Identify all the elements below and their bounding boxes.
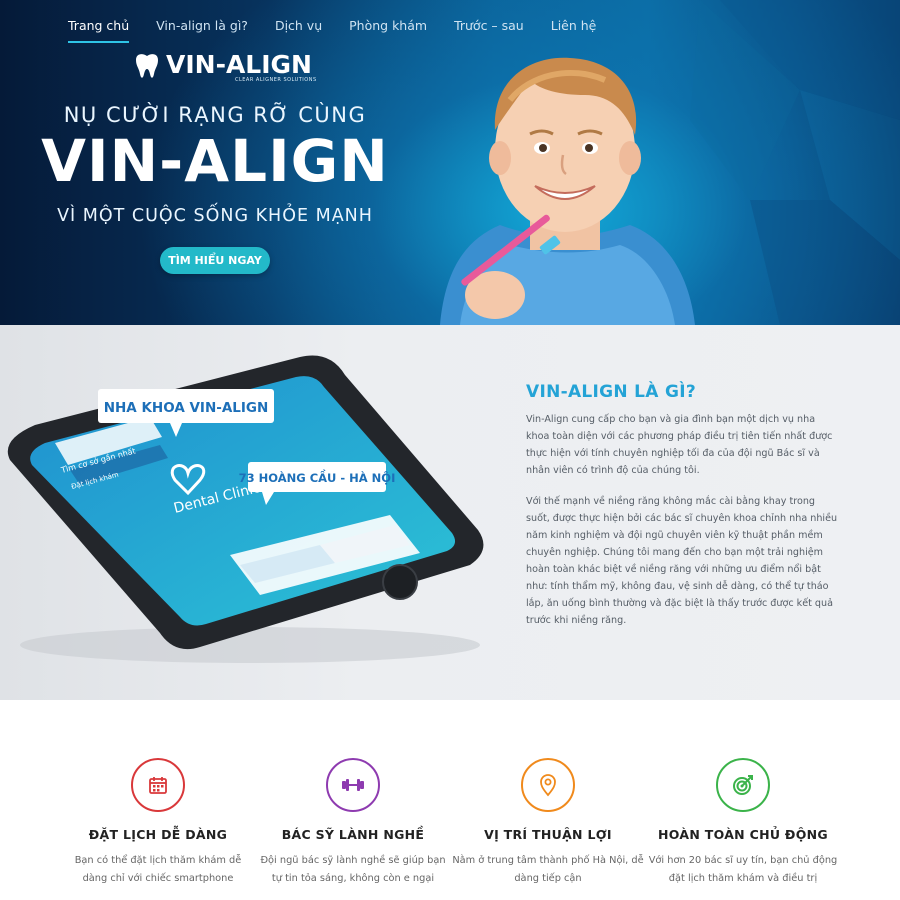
- about-paragraph-2: Với thế mạnh về niềng răng không mắc cài…: [526, 496, 838, 626]
- about-title: VIN-ALIGN LÀ GÌ?: [526, 382, 697, 402]
- learn-more-button[interactable]: TÌM HIỂU NGAY: [160, 247, 270, 274]
- features-section: ĐẶT LỊCH DỄ DÀNG Bạn có thể đặt lịch thă…: [0, 700, 900, 900]
- about-paragraph-1: Vin-Align cung cấp cho bạn và gia đình b…: [526, 414, 833, 476]
- map-pin-icon: [521, 758, 575, 812]
- nav-item-about[interactable]: Vin-align là gì?: [156, 18, 248, 43]
- smiling-child-image: [440, 57, 695, 325]
- feature-title: ĐẶT LỊCH DỄ DÀNG: [88, 827, 228, 842]
- phone-bubble-address: 73 HOÀNG CẦU - HÀ NỘI: [239, 468, 396, 485]
- feature-location: VỊ TRÍ THUẬN LỢI Nằm ở trung tâm thành p…: [448, 758, 648, 888]
- feature-desc: Đội ngũ bác sỹ lành nghề sẽ giúp bạn tự …: [260, 855, 446, 884]
- feature-title: BÁC SỸ LÀNH NGHỀ: [281, 827, 425, 842]
- calendar-icon: [131, 758, 185, 812]
- dumbbell-icon: [326, 758, 380, 812]
- feature-desc: Bạn có thể đặt lịch thăm khám dễ dàng ch…: [74, 855, 242, 884]
- nav-item-clinics[interactable]: Phòng khám: [349, 18, 427, 43]
- logo-text: VIN-ALIGN: [166, 50, 312, 79]
- nav-item-services[interactable]: Dịch vụ: [275, 18, 322, 43]
- target-icon: [716, 758, 770, 812]
- hero-tagline-bottom: VÌ MỘT CUỘC SỐNG KHỎE MẠNH: [57, 206, 373, 226]
- brand-logo[interactable]: VIN-ALIGN CLEAR ALIGNER SOLUTIONS: [134, 50, 316, 83]
- hero-tagline-top: NỤ CƯỜI RẠNG RỠ CÙNG: [63, 103, 367, 127]
- feature-title: HOÀN TOÀN CHỦ ĐỘNG: [658, 827, 828, 842]
- feature-booking: ĐẶT LỊCH DỄ DÀNG Bạn có thể đặt lịch thă…: [58, 758, 258, 888]
- hero-title: VIN-ALIGN: [41, 127, 389, 195]
- tooth-icon: [136, 54, 158, 78]
- feature-desc: Nằm ở trung tâm thành phố Hà Nội, dễ dàn…: [452, 855, 644, 884]
- feature-title: VỊ TRÍ THUẬN LỢI: [484, 827, 612, 842]
- nav-item-home[interactable]: Trang chủ: [68, 18, 130, 43]
- feature-control: HOÀN TOÀN CHỦ ĐỘNG Với hơn 20 bác sĩ uy …: [643, 758, 843, 888]
- phone-mockup-image: Dental Clinic Tìm cơ sở gần nhất Đặt lịc…: [7, 355, 484, 663]
- about-section: Dental Clinic Tìm cơ sở gần nhất Đặt lịc…: [0, 325, 900, 700]
- hero-banner: Trang chủ Vin-align là gì? Dịch vụ Phòng…: [0, 0, 900, 325]
- feature-desc: Với hơn 20 bác sĩ uy tín, bạn chủ động đ…: [648, 855, 838, 884]
- feature-doctors: BÁC SỸ LÀNH NGHỀ Đội ngũ bác sỹ lành ngh…: [253, 758, 453, 888]
- logo-subtitle: CLEAR ALIGNER SOLUTIONS: [235, 77, 317, 83]
- phone-bubble-clinic: NHA KHOA VIN-ALIGN: [104, 400, 269, 416]
